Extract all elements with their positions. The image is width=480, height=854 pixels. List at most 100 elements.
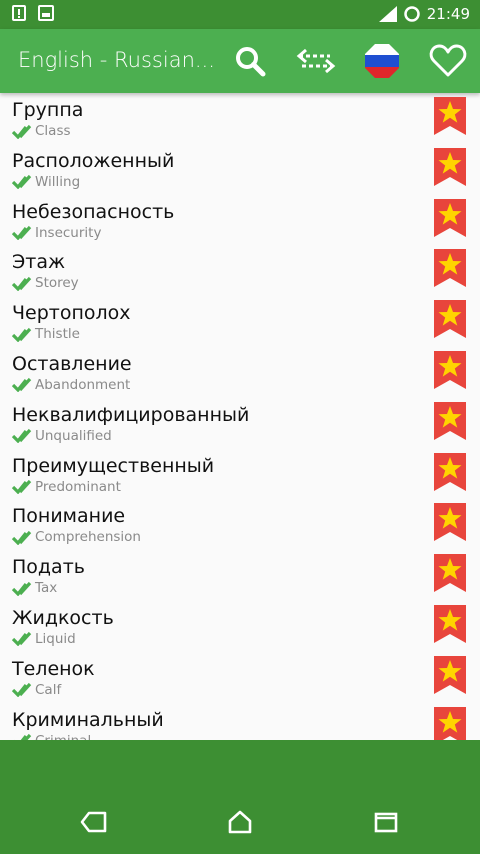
bookmark-button[interactable] xyxy=(434,604,466,643)
bookmark-star-icon xyxy=(434,249,466,288)
double-check-icon xyxy=(12,480,32,495)
bookmark-star-icon xyxy=(434,350,466,389)
translation: Calf xyxy=(12,682,61,698)
language-flag-button[interactable] xyxy=(362,41,402,81)
bookmark-button[interactable] xyxy=(434,554,466,593)
list-item[interactable]: Оставление Abandonment xyxy=(0,347,480,398)
search-icon xyxy=(236,47,266,77)
word-list[interactable]: Группа Class Расположенный Willing Небезопас… xyxy=(0,93,480,740)
translation-text: Willing xyxy=(35,173,81,190)
bookmark-button[interactable] xyxy=(434,97,466,135)
word-text: Подать xyxy=(12,556,85,579)
bookmark-star-icon xyxy=(434,147,466,186)
swap-languages-button[interactable] xyxy=(296,41,336,81)
bookmark-button[interactable] xyxy=(434,706,466,740)
double-check-icon xyxy=(12,124,32,139)
bookmark-star-icon xyxy=(434,97,466,135)
bookmark-button[interactable] xyxy=(434,300,466,339)
bookmark-star-icon xyxy=(434,452,466,491)
bookmark-star-icon xyxy=(434,655,466,694)
double-check-icon xyxy=(12,429,32,444)
translation: Thistle xyxy=(12,326,80,342)
word-text: Небезопасность xyxy=(12,200,175,223)
back-icon xyxy=(80,811,107,833)
translation: Abandonment xyxy=(12,377,130,393)
bookmark-star-icon xyxy=(434,198,466,237)
bookmark-button[interactable] xyxy=(434,249,466,288)
translation-text: Criminal xyxy=(35,733,91,740)
list-item[interactable]: Расположенный Willing xyxy=(0,144,480,195)
russian-flag-icon xyxy=(365,44,399,78)
bookmark-button[interactable] xyxy=(434,401,466,440)
bookmark-star-icon xyxy=(434,604,466,643)
translation: Unqualified xyxy=(12,428,112,444)
translation: Liquid xyxy=(12,631,76,647)
list-item[interactable]: Неквалифицированный Unqualified xyxy=(0,398,480,449)
recents-button[interactable] xyxy=(370,806,402,838)
translation: Predominant xyxy=(12,479,121,495)
bookmark-button[interactable] xyxy=(434,452,466,491)
notification-icons xyxy=(12,5,54,21)
translation-text: Predominant xyxy=(35,478,121,495)
bookmark-star-icon xyxy=(434,300,466,339)
translation: Storey xyxy=(12,275,79,291)
double-check-icon xyxy=(12,327,32,342)
word-text: Чертополох xyxy=(12,302,131,325)
favorites-button[interactable] xyxy=(428,41,468,81)
app-bar: English - Russian... xyxy=(0,29,480,93)
bookmark-star-icon xyxy=(434,503,466,542)
translation-text: Class xyxy=(35,123,71,139)
home-icon xyxy=(228,810,252,834)
status-bar: 21:49 xyxy=(0,0,480,29)
double-check-icon xyxy=(12,378,32,393)
home-button[interactable] xyxy=(224,806,256,838)
recents-icon xyxy=(374,812,398,833)
word-text: Группа xyxy=(12,99,84,121)
double-check-icon xyxy=(12,632,32,647)
page-title[interactable]: English - Russian... xyxy=(18,48,218,72)
bookmark-button[interactable] xyxy=(434,350,466,389)
word-text: Понимание xyxy=(12,505,126,528)
double-check-icon xyxy=(12,581,32,596)
translation: Comprehension xyxy=(12,529,141,545)
alert-notification-icon xyxy=(12,5,26,21)
word-text: Этаж xyxy=(12,251,66,274)
bookmark-button[interactable] xyxy=(434,147,466,186)
translation-text: Storey xyxy=(35,275,79,292)
translation-text: Thistle xyxy=(35,326,80,343)
bookmark-star-icon xyxy=(434,554,466,593)
word-text: Неквалифицированный xyxy=(12,403,250,426)
translation: Willing xyxy=(12,174,80,190)
translation: Insecurity xyxy=(12,225,101,241)
word-text: Оставление xyxy=(12,352,132,375)
list-item[interactable]: Понимание Comprehension xyxy=(0,499,480,550)
translation-text: Unqualified xyxy=(35,427,112,444)
search-button[interactable] xyxy=(230,41,270,81)
double-check-icon xyxy=(12,530,32,545)
double-check-icon xyxy=(12,175,32,190)
list-item[interactable]: Теленок Calf xyxy=(0,652,480,703)
bookmark-button[interactable] xyxy=(434,655,466,694)
list-item[interactable]: Жидкость Liquid xyxy=(0,601,480,652)
bookmark-star-icon xyxy=(434,401,466,440)
word-text: Криминальный xyxy=(12,708,164,731)
list-item[interactable]: Преимущественный Predominant xyxy=(0,449,480,500)
translation: Tax xyxy=(12,580,57,596)
bookmark-button[interactable] xyxy=(434,198,466,237)
double-check-icon xyxy=(14,733,32,740)
translation: Class xyxy=(12,123,71,139)
word-text: Жидкость xyxy=(12,606,114,629)
word-text: Преимущественный xyxy=(12,454,215,477)
list-item[interactable]: Небезопасность Insecurity xyxy=(0,195,480,246)
list-item[interactable]: Группа Class xyxy=(0,93,480,144)
translation-text: Comprehension xyxy=(35,529,141,546)
bookmark-button[interactable] xyxy=(434,503,466,542)
translation-text: Abandonment xyxy=(35,376,131,393)
translation-text: Liquid xyxy=(35,630,76,647)
list-item[interactable]: Криминальный Criminal xyxy=(0,703,480,740)
back-button[interactable] xyxy=(78,806,110,838)
list-item[interactable]: Чертополох Thistle xyxy=(0,296,480,347)
swap-icon xyxy=(296,48,336,74)
list-item[interactable]: Этаж Storey xyxy=(0,245,480,296)
list-item[interactable]: Подать Tax xyxy=(0,550,480,601)
